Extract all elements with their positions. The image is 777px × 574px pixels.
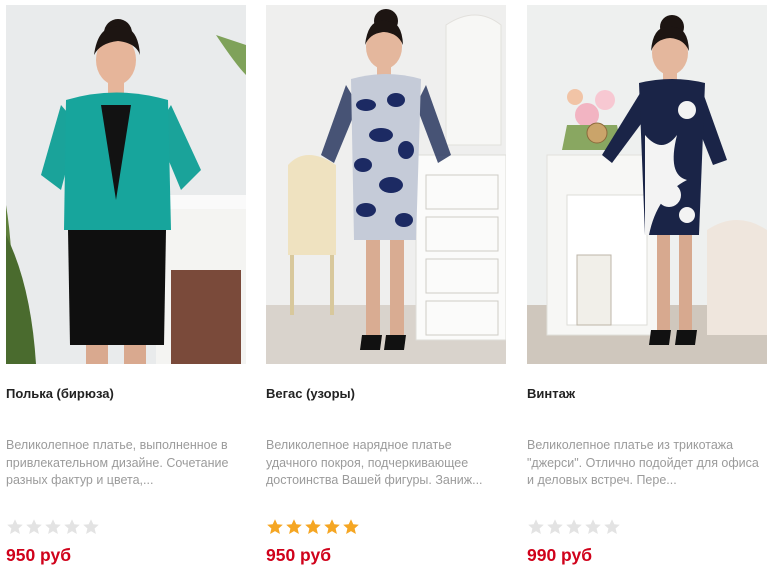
star-empty-icon[interactable] — [546, 518, 564, 536]
product-photo[interactable] — [527, 5, 767, 364]
star-empty-icon[interactable] — [44, 518, 62, 536]
star-empty-icon[interactable] — [63, 518, 81, 536]
product-price: 990 руб — [527, 545, 593, 565]
product-description: Великолепное платье, выполненное в привл… — [6, 438, 229, 487]
star-filled-icon[interactable] — [285, 518, 303, 536]
star-empty-icon[interactable] — [25, 518, 43, 536]
star-filled-icon[interactable] — [342, 518, 360, 536]
product-description: Великолепное платье из трикотажа "джерси… — [527, 438, 759, 487]
product-price: 950 руб — [266, 545, 332, 565]
product-card-vintage[interactable]: Винтаж Великолепное платье из трикотажа … — [527, 0, 767, 574]
product-card-vegas[interactable]: Вегас (узоры) Великолепное нарядное плат… — [266, 0, 506, 574]
star-filled-icon[interactable] — [323, 518, 341, 536]
star-empty-icon[interactable] — [6, 518, 24, 536]
rating-stars[interactable] — [6, 518, 100, 538]
star-empty-icon[interactable] — [82, 518, 100, 536]
product-card-polka[interactable]: Полька (бирюза) Великолепное платье, вып… — [6, 0, 246, 574]
star-empty-icon[interactable] — [527, 518, 545, 536]
rating-stars[interactable] — [266, 518, 360, 538]
product-title[interactable]: Вегас (узоры) — [266, 386, 506, 402]
star-filled-icon[interactable] — [266, 518, 284, 536]
star-filled-icon[interactable] — [304, 518, 322, 536]
product-title[interactable]: Полька (бирюза) — [6, 386, 246, 402]
star-empty-icon[interactable] — [565, 518, 583, 536]
product-photo[interactable] — [266, 5, 506, 364]
product-price: 950 руб — [6, 545, 72, 565]
star-empty-icon[interactable] — [603, 518, 621, 536]
rating-stars[interactable] — [527, 518, 621, 538]
product-photo[interactable] — [6, 5, 246, 364]
star-empty-icon[interactable] — [584, 518, 602, 536]
product-title[interactable]: Винтаж — [527, 386, 767, 402]
product-description: Великолепное нарядное платье удачного по… — [266, 438, 483, 487]
